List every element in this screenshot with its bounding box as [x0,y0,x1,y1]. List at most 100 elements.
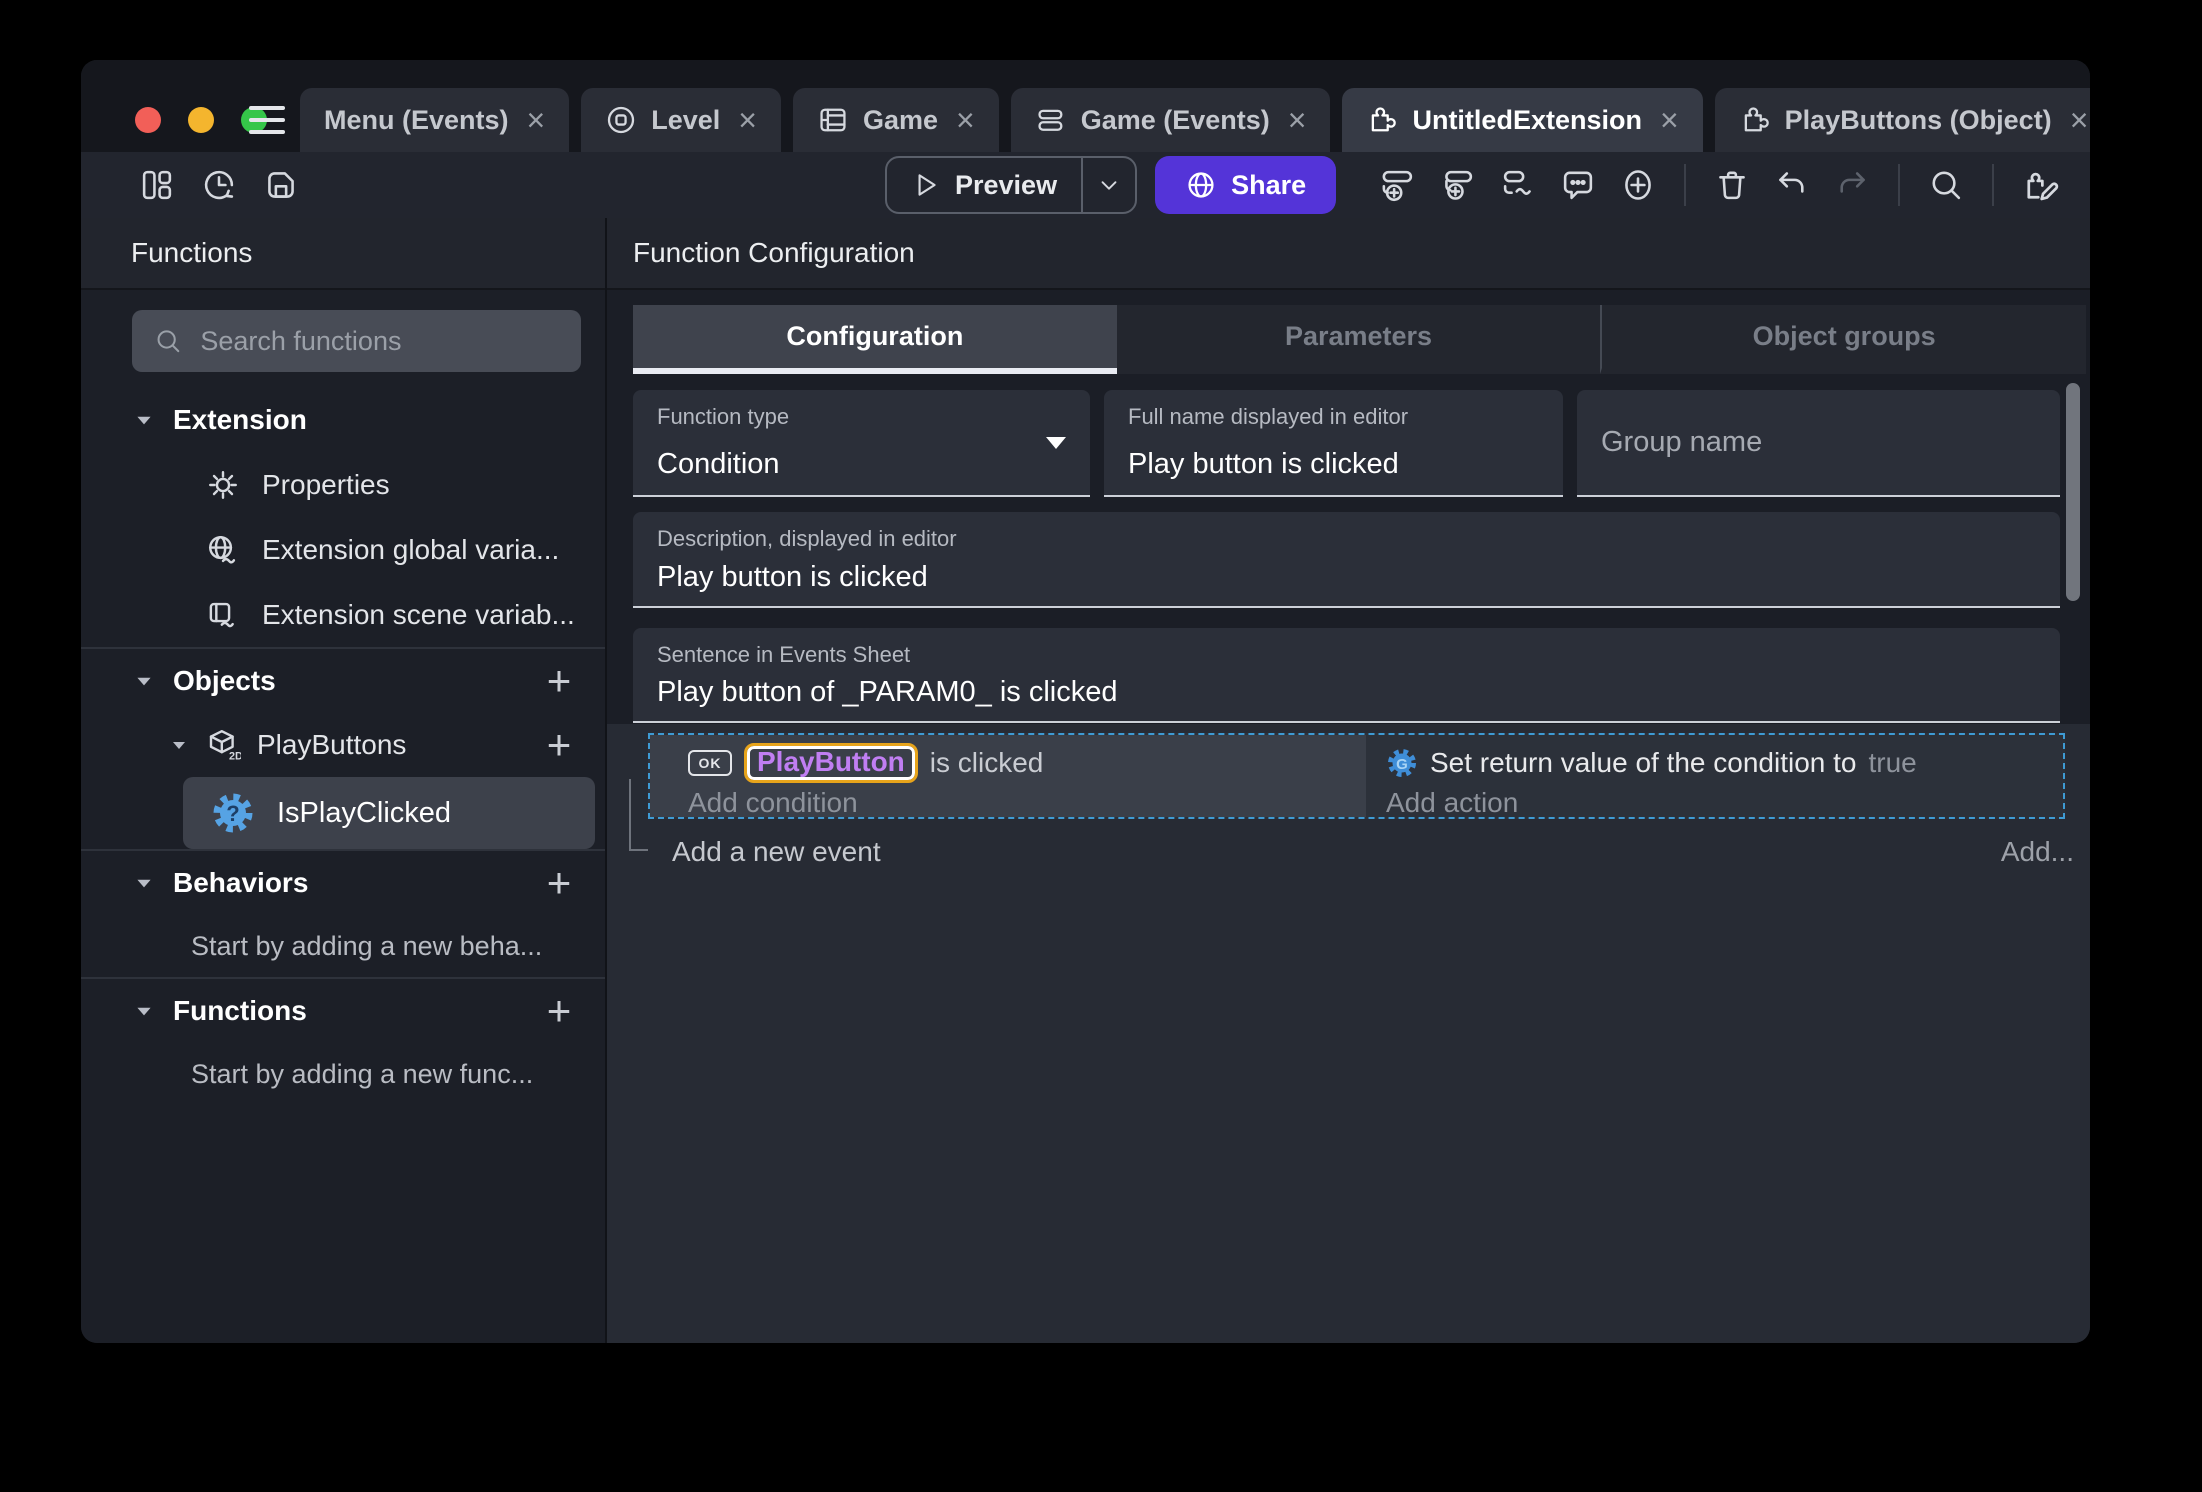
sentence-field[interactable]: Sentence in Events Sheet Play button of … [633,628,2060,723]
save-icon[interactable] [263,167,299,203]
tab-untitled-extension[interactable]: UntitledExtension × [1342,88,1703,152]
group-name-input[interactable] [1577,390,2060,495]
group-name-field[interactable] [1577,390,2060,497]
search-functions-input[interactable] [200,325,559,357]
description-field[interactable]: Description, displayed in editor Play bu… [633,512,2060,608]
field-value: Play button is clicked [657,561,928,593]
close-icon[interactable]: × [734,104,757,136]
tab-configuration[interactable]: Configuration [633,305,1117,374]
search-icon[interactable] [1928,167,1964,203]
hint-label: Start by adding a new func... [191,1058,534,1089]
tab-object-groups[interactable]: Object groups [1600,305,2087,374]
action-row[interactable]: G Set return value of the condition to t… [1386,743,2063,783]
field-value: Play button of _PARAM0_ is clicked [657,676,1118,708]
condition-object-chip[interactable]: PlayButton [744,743,918,783]
svg-text:G: G [1396,756,1408,773]
minimize-window-button[interactable] [188,107,214,133]
close-icon[interactable]: × [1284,104,1307,136]
section-functions[interactable]: Functions + [81,979,605,1043]
tab-game-events[interactable]: Game (Events) × [1010,88,1331,152]
tab-playbuttons-object[interactable]: PlayButtons (Object) × [1714,88,2090,152]
tab-parameters[interactable]: Parameters [1116,305,1601,374]
event-actions: G Set return value of the condition to t… [1366,735,2063,818]
add-more-button[interactable]: Add... [2001,836,2074,868]
tab-label: PlayButtons (Object) [1784,104,2052,135]
toolbar: Preview Share [81,152,2090,218]
add-condition-button[interactable]: Add condition [688,783,1366,823]
function-configuration-panel: Function Configuration Configuration Par… [607,218,2090,1343]
add-other-event-icon[interactable] [1500,167,1536,203]
circle-plus-icon[interactable] [1620,167,1656,203]
edit-extension-icon[interactable] [2022,166,2060,204]
chevron-down-icon [137,677,151,686]
redo-icon[interactable] [1834,167,1870,203]
section-behaviors[interactable]: Behaviors + [81,851,605,915]
add-behavior-button[interactable]: + [541,862,577,904]
behaviors-empty-hint[interactable]: Start by adding a new beha... [81,915,605,977]
close-icon[interactable]: × [952,104,975,136]
scrollbar-thumb[interactable] [2066,383,2080,601]
share-button[interactable]: Share [1155,156,1337,214]
selected-event[interactable]: OK PlayButton is clicked Add condition G… [648,733,2065,819]
trash-icon[interactable] [1714,167,1750,203]
section-objects[interactable]: Objects + [81,649,605,713]
add-function-to-object-button[interactable]: + [541,724,577,766]
preview-button-group: Preview [885,156,1138,214]
full-name-field[interactable]: Full name displayed in editor Play butto… [1104,390,1563,497]
item-label: PlayButtons [257,729,407,760]
app-window: Menu (Events) × Level × Game × Game (Eve… [81,60,2090,1343]
sidebar-item-properties[interactable]: Properties [81,452,605,517]
field-label: Function type [657,404,790,429]
section-extension[interactable]: Extension [81,388,605,452]
sidebar-item-extension-scene-variables[interactable]: Extension scene variab... [81,582,605,647]
toolbar-left-group [139,152,299,218]
close-icon[interactable]: × [2066,104,2089,136]
dropdown-arrow-icon [1046,437,1066,449]
chevron-down-icon [137,879,151,888]
tab-label: Game [862,104,938,135]
close-icon[interactable]: × [1656,104,1679,136]
add-action-button[interactable]: Add action [1386,783,2063,823]
function-condition-icon: ? [213,793,253,833]
section-label: Objects [173,665,276,696]
content-area: Functions Extension Properties Extension… [81,218,2090,1343]
close-window-button[interactable] [135,107,161,133]
event-bracket [629,779,648,851]
layout-panels-icon[interactable] [139,167,175,203]
config-fields-row: Function type Condition Full name displa… [633,390,2060,497]
tab-level[interactable]: Level × [581,88,781,152]
main-menu-icon[interactable] [249,106,285,134]
undo-icon[interactable] [1774,167,1810,203]
preview-options-button[interactable] [1081,158,1135,212]
functions-sidebar: Functions Extension Properties Extension… [81,218,607,1343]
add-subevent-icon[interactable] [1440,167,1476,203]
return-value-action-icon: G [1388,749,1416,777]
add-event-icon[interactable] [1380,167,1416,203]
sidebar-item-isplayclicked[interactable]: ? IsPlayClicked [183,777,595,849]
history-clock-icon[interactable] [201,167,237,203]
scene-variable-icon [209,602,234,627]
sidebar-item-playbuttons[interactable]: 2D PlayButtons + [81,713,605,777]
add-action-label: Add action [1386,787,1519,818]
tab-menu-events[interactable]: Menu (Events) × [300,88,570,152]
functions-empty-hint[interactable]: Start by adding a new func... [81,1043,605,1105]
editor-tabs: Menu (Events) × Level × Game × Game (Eve… [300,88,2090,152]
tab-label: Menu (Events) [324,104,509,135]
configuration-tabs: Configuration Parameters Object groups [633,305,2087,374]
object-2d-icon: 2D [209,730,241,762]
tab-game[interactable]: Game × [792,88,999,152]
search-functions-box[interactable] [132,310,581,372]
condition-row[interactable]: OK PlayButton is clicked [688,743,1366,783]
function-type-select[interactable]: Function type Condition [633,390,1090,497]
condition-text: is clicked [929,747,1044,778]
comment-icon[interactable] [1560,167,1596,203]
preview-button[interactable]: Preview [887,158,1081,212]
add-new-event-button[interactable]: Add a new event [672,836,881,868]
close-icon[interactable]: × [523,104,546,136]
tab-label: Level [651,104,721,135]
scene-icon [608,106,635,134]
preview-label: Preview [955,169,1058,200]
sidebar-item-extension-global-variables[interactable]: Extension global varia... [81,517,605,582]
add-object-button[interactable]: + [541,660,577,702]
add-free-function-button[interactable]: + [541,990,577,1032]
